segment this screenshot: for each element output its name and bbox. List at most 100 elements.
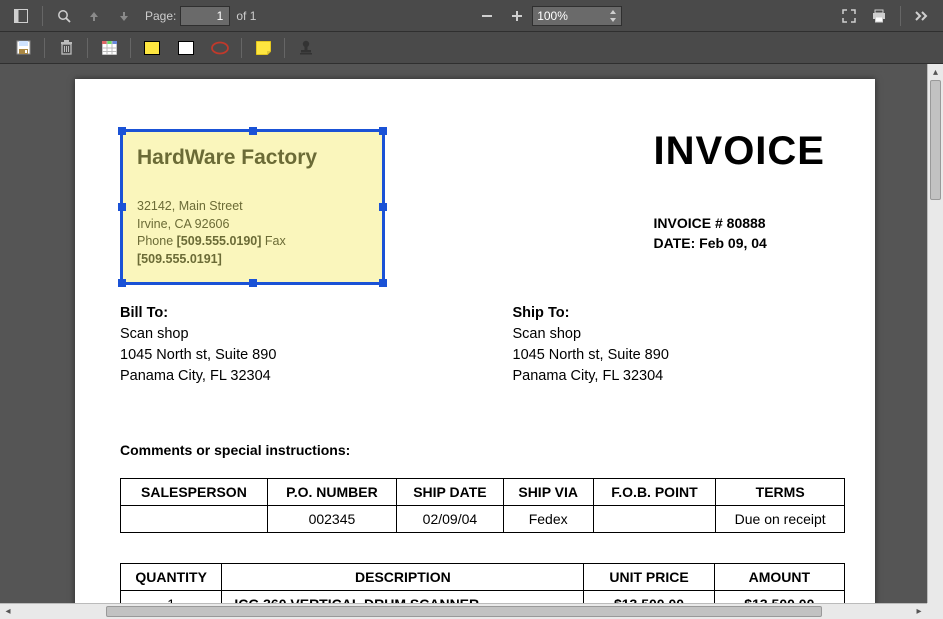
comments-label: Comments or special instructions: [120,442,845,458]
trash-icon [60,40,73,55]
find-button[interactable] [53,5,75,27]
fullscreen-icon [842,9,856,23]
zoom-in-button[interactable] [506,5,528,27]
bill-to-line1: 1045 North st, Suite 890 [120,345,453,366]
plus-icon [511,10,523,22]
table-header-row: QUANTITY DESCRIPTION UNIT PRICE AMOUNT [121,564,845,591]
col-ship-date: SHIP DATE [397,479,504,506]
company-address: 32142, Main Street Irvine, CA 92606 Phon… [137,198,364,268]
cell-salesperson [121,506,268,533]
toggle-sidebar-button[interactable] [10,5,32,27]
company-addr-line1: 32142, Main Street [137,198,364,216]
vertical-scrollbar[interactable]: ▴ ▾ [927,64,943,619]
col-ship-via: SHIP VIA [503,479,593,506]
col-terms: TERMS [716,479,845,506]
separator [284,38,285,58]
zoom-out-button[interactable] [476,5,498,27]
scroll-left-arrow[interactable]: ◂ [0,606,16,617]
resize-handle[interactable] [118,279,126,287]
cell-fob-point [593,506,716,533]
table-row: 002345 02/09/04 Fedex Due on receipt [121,506,845,533]
presentation-button[interactable] [838,5,860,27]
zoom-value: 100% [537,9,568,23]
annotation-toolbar [0,32,943,64]
page-total: of 1 [236,9,256,23]
page-up-button[interactable] [83,5,105,27]
resize-handle[interactable] [118,203,126,211]
stamp-button[interactable] [295,37,317,59]
highlight-tool-button[interactable] [141,37,163,59]
resize-handle[interactable] [249,127,257,135]
print-icon [872,9,886,23]
ship-to-line1: 1045 North st, Suite 890 [513,345,846,366]
page-down-button[interactable] [113,5,135,27]
col-description: DESCRIPTION [222,564,584,591]
ellipse-icon [211,41,229,55]
col-amount: AMOUNT [714,564,844,591]
sticky-note-button[interactable] [252,37,274,59]
page-number-input[interactable] [180,6,230,26]
ship-to-label: Ship To: [513,303,846,324]
horizontal-scrollbar[interactable]: ◂ ▸ [0,603,927,619]
company-contact: Phone [509.555.0190] Fax [509.555.0191] [137,233,364,268]
scroll-right-arrow[interactable]: ▸ [911,606,927,617]
cell-terms: Due on receipt [716,506,845,533]
stamp-icon [299,40,313,55]
save-icon [16,40,31,55]
col-salesperson: SALESPERSON [121,479,268,506]
ship-to-line2: Panama City, FL 32304 [513,366,846,387]
separator [44,38,45,58]
resize-handle[interactable] [249,279,257,287]
page-canvas: HardWare Factory 32142, Main Street Irvi… [75,79,875,619]
invoice-meta: INVOICE # 80888 DATE: Feb 09, 04 [654,214,825,253]
grid-icon [102,41,117,55]
print-button[interactable] [868,5,890,27]
highlight-icon [144,41,160,55]
rectangle-tool-button[interactable] [175,37,197,59]
company-addr-line2: Irvine, CA 92606 [137,216,364,234]
table-header-row: SALESPERSON P.O. NUMBER SHIP DATE SHIP V… [121,479,845,506]
spinner-icon [609,10,617,22]
grid-tool-button[interactable] [98,37,120,59]
delete-button[interactable] [55,37,77,59]
bill-to-label: Bill To: [120,303,453,324]
ship-to-name: Scan shop [513,324,846,345]
main-toolbar: Page: of 1 100% [0,0,943,32]
arrow-down-icon [118,10,130,22]
cell-ship-date: 02/09/04 [397,506,504,533]
ellipse-tool-button[interactable] [209,37,231,59]
bill-to-block: Bill To: Scan shop 1045 North st, Suite … [120,303,453,387]
rectangle-icon [178,41,194,55]
resize-handle[interactable] [379,203,387,211]
scrollbar-corner [927,603,943,619]
col-fob-point: F.O.B. POINT [593,479,716,506]
minus-icon [481,10,493,22]
arrow-up-icon [88,10,100,22]
bill-to-line2: Panama City, FL 32304 [120,366,453,387]
invoice-document: HardWare Factory 32142, Main Street Irvi… [75,79,875,619]
tools-button[interactable] [911,5,933,27]
sticky-note-icon [256,41,271,55]
page-label: Page: [145,9,176,23]
separator [900,6,901,26]
resize-handle[interactable] [118,127,126,135]
separator [42,6,43,26]
col-quantity: QUANTITY [121,564,222,591]
company-name: HardWare Factory [137,146,364,170]
document-viewport: HardWare Factory 32142, Main Street Irvi… [0,64,943,619]
cell-po-number: 002345 [267,506,396,533]
col-po-number: P.O. NUMBER [267,479,396,506]
company-info-annotation[interactable]: HardWare Factory 32142, Main Street Irvi… [120,129,385,285]
separator [87,38,88,58]
scroll-up-arrow[interactable]: ▴ [928,64,943,80]
scroll-thumb[interactable] [930,80,941,200]
shipping-table: SALESPERSON P.O. NUMBER SHIP DATE SHIP V… [120,478,845,533]
resize-handle[interactable] [379,127,387,135]
save-button[interactable] [12,37,34,59]
separator [241,38,242,58]
scroll-thumb[interactable] [106,606,822,617]
bill-to-name: Scan shop [120,324,453,345]
chevrons-right-icon [915,11,929,21]
zoom-select[interactable]: 100% [532,6,622,26]
resize-handle[interactable] [379,279,387,287]
